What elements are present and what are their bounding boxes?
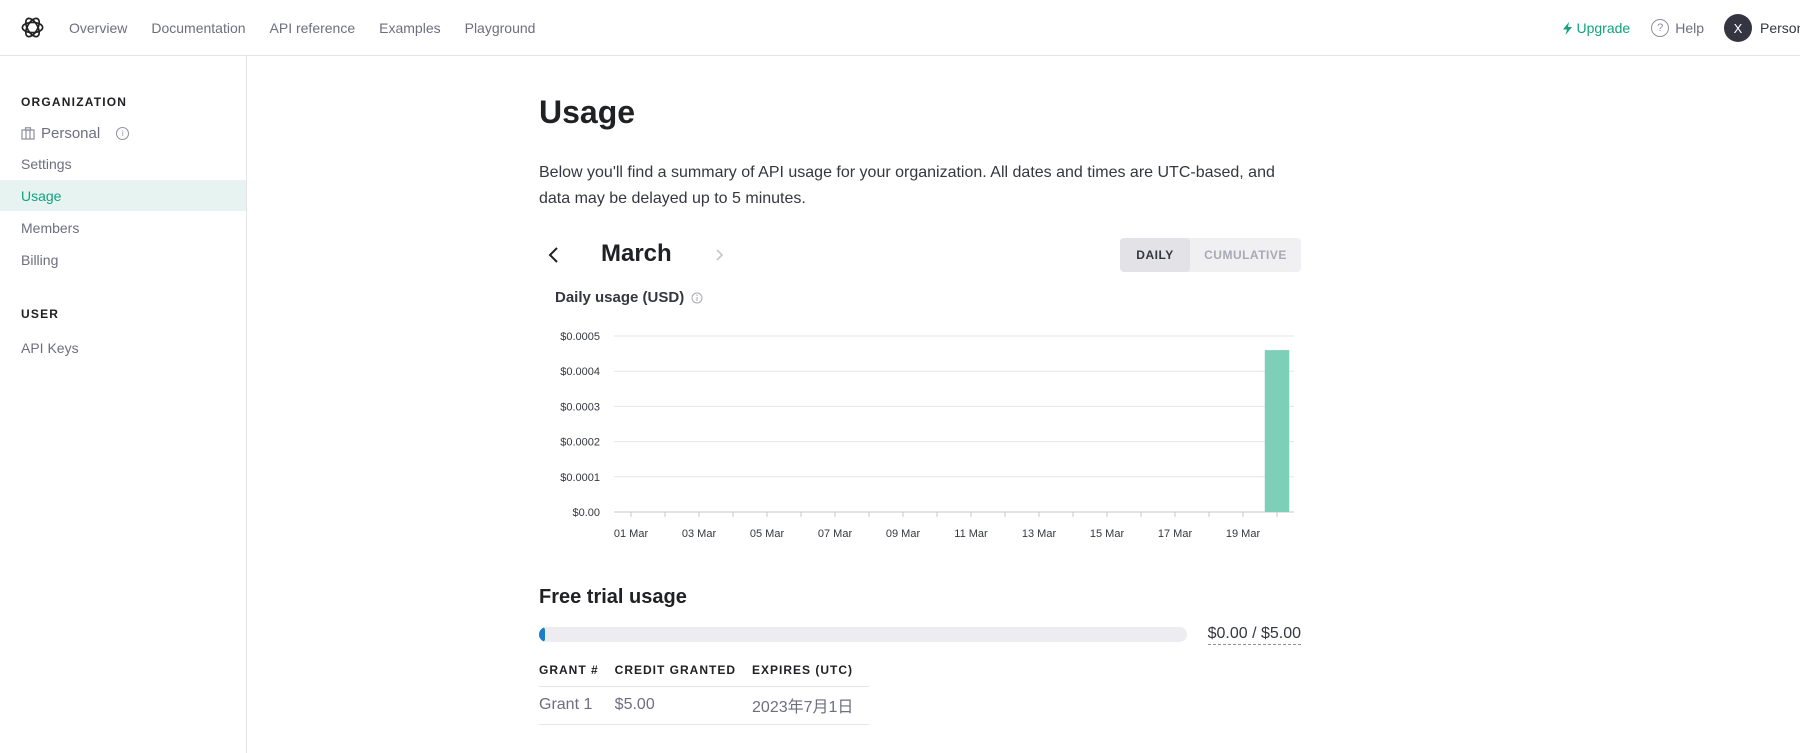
- nav-api-reference[interactable]: API reference: [270, 20, 356, 36]
- y-tick-label: $0.00: [572, 507, 600, 519]
- building-icon: [21, 127, 35, 140]
- x-tick-label: 13 Mar: [1022, 528, 1057, 540]
- chart-title-text: Daily usage (USD): [555, 289, 685, 306]
- upgrade-label: Upgrade: [1576, 20, 1631, 36]
- help-button[interactable]: ? Help: [1651, 19, 1704, 37]
- daily-toggle[interactable]: DAILY: [1120, 238, 1190, 272]
- x-tick-label: 03 Mar: [682, 528, 717, 540]
- column-header: CREDIT GRANTED: [614, 654, 753, 687]
- page-description: Below you'll find a summary of API usage…: [539, 164, 1275, 207]
- chevron-left-icon[interactable]: [543, 244, 565, 266]
- upgrade-button[interactable]: Upgrade: [1562, 20, 1631, 36]
- table-row: Grant 1 $5.00 2023年7月1日: [539, 686, 870, 725]
- page-title: Usage: [539, 94, 636, 130]
- grants-table: GRANT # CREDIT GRANTED EXPIRES (UTC) Gra…: [539, 654, 870, 725]
- sidebar-item-billing[interactable]: Billing: [0, 244, 246, 275]
- free-trial-usage-text[interactable]: $0.00 / $5.00: [1207, 625, 1301, 645]
- free-trial-title: Free trial usage: [539, 586, 687, 608]
- table-header-row: GRANT # CREDIT GRANTED EXPIRES (UTC): [539, 654, 870, 687]
- expires-date: 2023年7月1日: [752, 686, 870, 725]
- user-heading: USER: [21, 307, 60, 321]
- x-tick-label: 09 Mar: [886, 528, 921, 540]
- x-tick-label: 17 Mar: [1158, 528, 1193, 540]
- column-header: EXPIRES (UTC): [752, 654, 870, 687]
- lightning-icon: [1562, 21, 1572, 35]
- help-icon: ?: [1651, 19, 1670, 37]
- sidebar-item-settings[interactable]: Settings: [0, 148, 246, 179]
- nav-examples[interactable]: Examples: [379, 20, 440, 36]
- x-tick-label: 11 Mar: [954, 528, 988, 540]
- x-tick-label: 05 Mar: [750, 528, 785, 540]
- view-toggle: DAILY CUMULATIVE: [1120, 238, 1301, 272]
- column-header: GRANT #: [539, 654, 615, 687]
- y-tick-label: $0.0001: [560, 472, 600, 484]
- nav-right: Upgrade ? Help X Personal: [1562, 0, 1800, 56]
- openai-logo-icon[interactable]: [19, 14, 46, 41]
- account-name: Personal: [1760, 20, 1800, 36]
- x-tick-label: 07 Mar: [818, 528, 853, 540]
- account-menu[interactable]: X Personal: [1724, 14, 1800, 42]
- bar-20-mar[interactable]: [1264, 350, 1290, 512]
- top-navigation: Overview Documentation API reference Exa…: [0, 0, 1800, 56]
- nav-documentation[interactable]: Documentation: [151, 20, 245, 36]
- y-tick-label: $0.0005: [560, 331, 600, 343]
- org-name: Personal: [41, 125, 101, 142]
- grant-number: Grant 1: [539, 686, 615, 725]
- daily-usage-chart: $0.00 $0.0001 $0.0002 $0.0003 $0.0004 $0.0005…: [560, 331, 1294, 540]
- month-navigator: March DAILY CUMULATIVE: [539, 238, 1301, 272]
- sidebar-item-usage[interactable]: Usage: [0, 180, 246, 211]
- chevron-right-icon[interactable]: [711, 246, 729, 264]
- organization-heading: ORGANIZATION: [21, 95, 128, 109]
- sidebar: ORGANIZATION Personal i Settings Usage M…: [0, 56, 247, 753]
- cumulative-toggle[interactable]: CUMULATIVE: [1190, 238, 1301, 272]
- org-selector[interactable]: Personal i: [21, 125, 130, 142]
- y-tick-label: $0.0004: [560, 366, 600, 378]
- sidebar-item-api-keys[interactable]: API Keys: [0, 332, 246, 363]
- credit-granted: $5.00: [614, 686, 753, 725]
- help-label: Help: [1675, 20, 1704, 36]
- avatar: X: [1724, 14, 1752, 42]
- info-icon[interactable]: i: [116, 127, 130, 140]
- nav-playground[interactable]: Playground: [465, 20, 536, 36]
- x-tick-label: 15 Mar: [1090, 528, 1125, 540]
- free-trial-progress-fill: [539, 627, 545, 642]
- free-trial-progress-bar: [539, 627, 1187, 642]
- chart-title: Daily usage (USD): [555, 289, 703, 306]
- y-tick-label: $0.0002: [560, 437, 600, 449]
- nav-links: Overview Documentation API reference Exa…: [69, 0, 535, 56]
- x-tick-label: 19 Mar: [1226, 528, 1261, 540]
- sidebar-item-members[interactable]: Members: [0, 212, 246, 243]
- nav-overview[interactable]: Overview: [69, 20, 127, 36]
- info-icon[interactable]: [691, 292, 703, 304]
- x-tick-label: 01 Mar: [614, 528, 649, 540]
- month-label: March: [601, 240, 672, 267]
- y-tick-label: $0.0003: [560, 401, 600, 413]
